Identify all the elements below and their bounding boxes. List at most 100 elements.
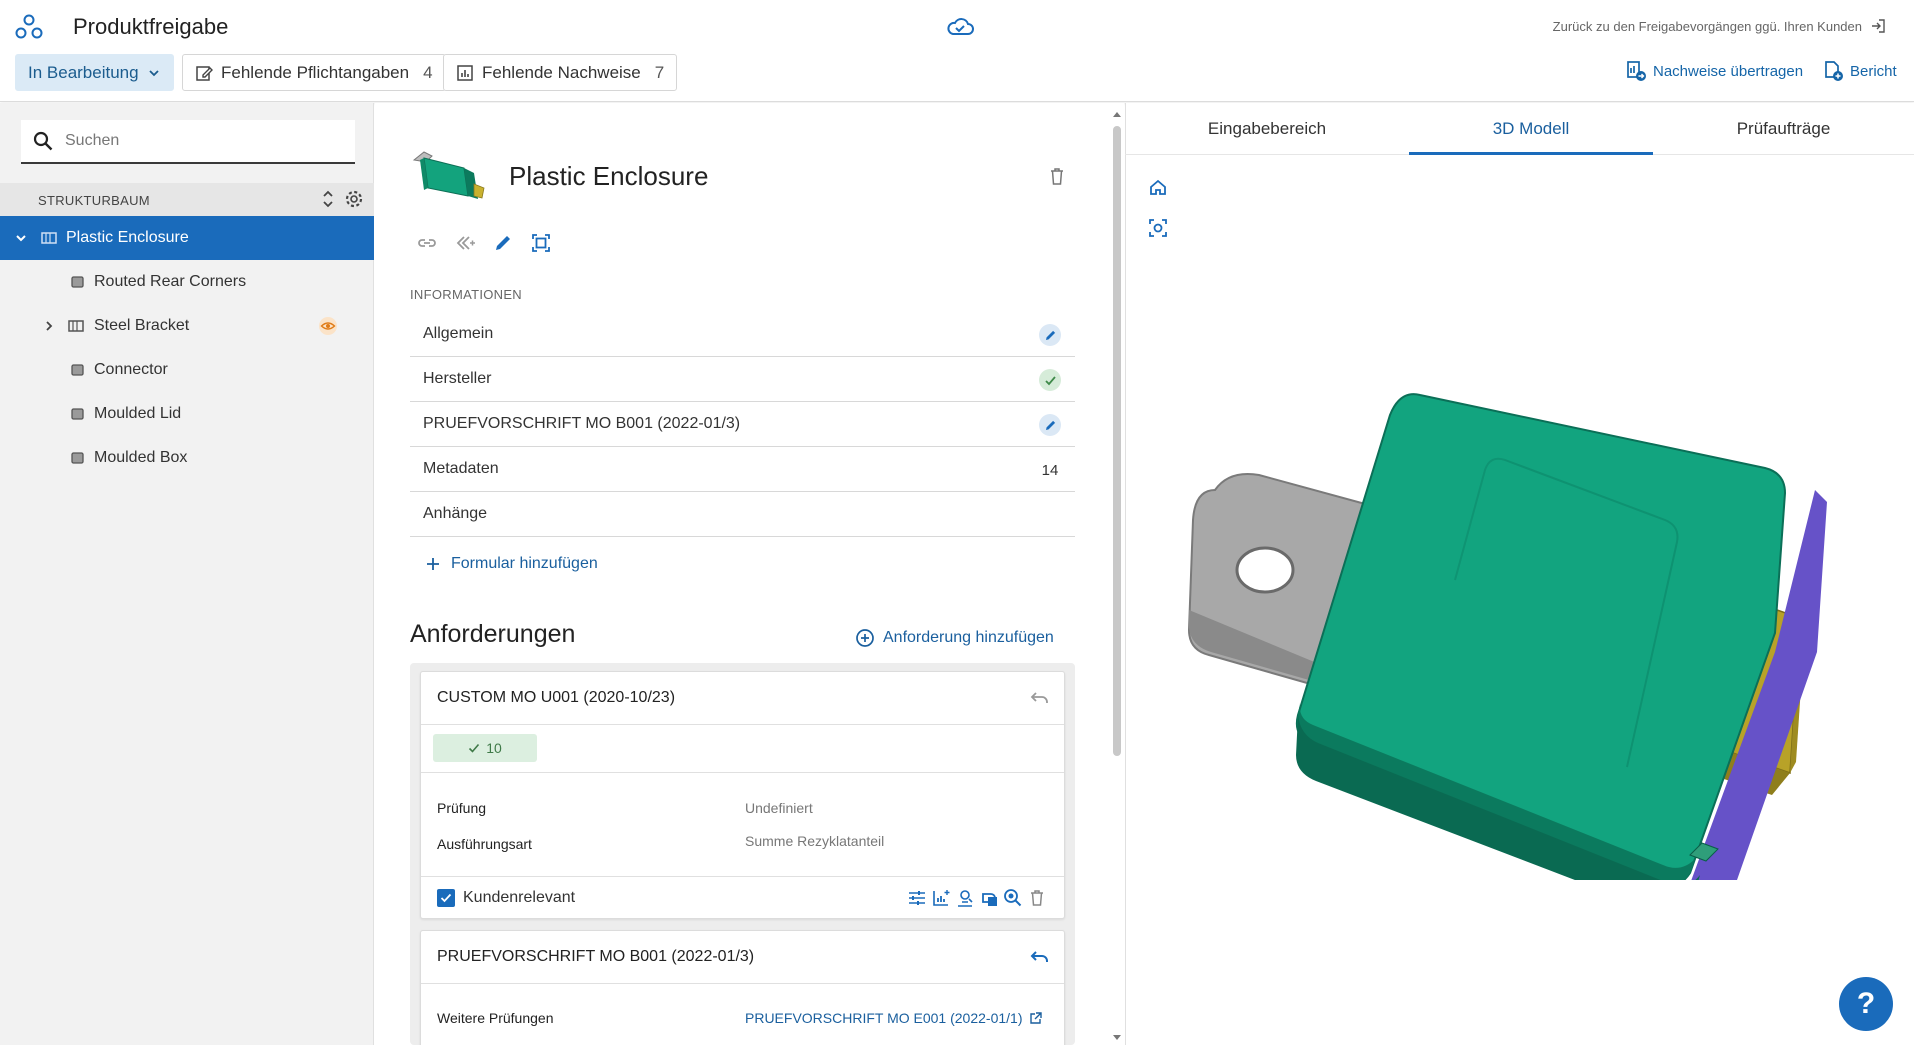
home-icon[interactable] (1147, 176, 1169, 198)
info-row-label: Allgemein (423, 325, 494, 342)
edit-badge[interactable] (1039, 414, 1061, 436)
missing-required-label: Fehlende Pflichtangaben (221, 62, 410, 82)
part-toolbar (416, 232, 552, 254)
tree-item-label: Connector (94, 361, 168, 378)
kv-value: Undefiniert (745, 800, 813, 816)
missing-evidence-count: 7 (654, 62, 665, 82)
report-button[interactable]: Bericht (1822, 60, 1897, 82)
help-button[interactable]: ? (1839, 977, 1893, 1031)
undo-icon[interactable] (1030, 948, 1050, 966)
back-to-approvals-link[interactable]: Zurück zu den Freigabevorgängen ggü. Ihr… (1553, 18, 1886, 34)
inspect-icon[interactable] (1003, 888, 1023, 908)
trash-icon[interactable] (1027, 888, 1047, 908)
further-test-link[interactable]: PRUEFVORSCHRIFT MO E001 (2022-01/1) (745, 1010, 1042, 1026)
requirement-title: PRUEFVORSCHRIFT MO B001 (2022-01/3) (437, 948, 755, 965)
active-tab-indicator (1409, 152, 1653, 155)
tune-icon[interactable] (907, 888, 927, 908)
tree-item-steel-bracket[interactable]: Steel Bracket (0, 304, 374, 348)
requirement-card-header[interactable]: CUSTOM MO U001 (2020-10/23) (421, 672, 1064, 725)
info-section-label: INFORMATIONEN (410, 287, 522, 302)
undo-icon[interactable] (1030, 689, 1050, 707)
external-link-icon (1029, 1011, 1042, 1024)
info-row-manufacturer[interactable]: Hersteller (410, 357, 1075, 402)
tree-item-moulded-box[interactable]: Moulded Box (0, 436, 374, 480)
tab-input-area[interactable]: Eingabebereich (1125, 103, 1409, 155)
search-field[interactable] (21, 120, 355, 164)
pencil-icon (1045, 420, 1055, 430)
info-row-label: Hersteller (423, 370, 492, 387)
scroll-up-arrow[interactable] (1112, 110, 1122, 118)
part-icon (71, 276, 84, 288)
eye-icon[interactable] (318, 316, 338, 336)
edit-note-icon (196, 65, 213, 81)
fit-screen-icon[interactable] (530, 232, 552, 254)
scroll-down-arrow[interactable] (1112, 1034, 1122, 1042)
status-label: In Bearbeitung (28, 62, 139, 82)
part-icon (71, 364, 84, 376)
chart-add-icon[interactable] (931, 888, 951, 908)
requirement-card: PRUEFVORSCHRIFT MO B001 (2022-01/3) Weit… (420, 930, 1065, 1045)
tree-item-plastic-enclosure[interactable]: Plastic Enclosure (0, 216, 374, 260)
edit-badge[interactable] (1039, 324, 1061, 346)
transfer-doc-icon (1627, 61, 1646, 81)
assembly-icon (41, 232, 57, 244)
info-row-test-spec[interactable]: PRUEFVORSCHRIFT MO B001 (2022-01/3) (410, 402, 1075, 447)
scrollbar-thumb[interactable] (1113, 126, 1121, 756)
tab-3d-model[interactable]: 3D Modell (1409, 103, 1653, 155)
report-add-icon (1825, 61, 1843, 81)
pencil-icon[interactable] (492, 232, 514, 254)
info-row-label: PRUEFVORSCHRIFT MO B001 (2022-01/3) (423, 415, 741, 432)
plus-icon (427, 558, 439, 570)
kv-value: Summe Rezyklatanteil (745, 833, 885, 849)
info-row-metadata[interactable]: Metadaten 14 (410, 447, 1075, 492)
chevron-right-icon[interactable] (42, 319, 56, 333)
test-add-icon[interactable] (955, 888, 975, 908)
part-thumbnail (412, 151, 485, 199)
chevron-down-icon[interactable] (14, 231, 28, 245)
transfer-evidence-button[interactable]: Nachweise übertragen (1625, 60, 1803, 82)
info-row-attachments[interactable]: Anhänge (410, 492, 1075, 537)
status-dropdown[interactable]: In Bearbeitung (15, 54, 174, 91)
part-title: Plastic Enclosure (509, 161, 709, 191)
missing-required-button[interactable]: Fehlende Pflichtangaben 4 (182, 54, 446, 91)
tree-item-label: Moulded Lid (94, 405, 182, 422)
requirement-card-header[interactable]: PRUEFVORSCHRIFT MO B001 (2022-01/3) (421, 931, 1064, 984)
tree-item-moulded-lid[interactable]: Moulded Lid (0, 392, 374, 436)
tree-item-label: Moulded Box (94, 449, 188, 466)
assign-icon[interactable] (979, 888, 999, 908)
add-form-label: Formular hinzufügen (451, 555, 598, 572)
info-row-general[interactable]: Allgemein (410, 312, 1075, 357)
focus-selection-icon[interactable] (1147, 217, 1169, 239)
add-requirement-button[interactable]: Anforderung hinzufügen (855, 628, 1054, 648)
expand-collapse-icon[interactable] (318, 189, 338, 209)
plus-circle-icon (856, 629, 874, 647)
app-header: Produktfreigabe Zurück zu den Freigabevo… (0, 0, 1914, 102)
pencil-icon (1045, 330, 1055, 340)
link-icon[interactable] (416, 232, 438, 254)
check-icon (469, 743, 480, 753)
trash-icon[interactable] (1048, 166, 1066, 186)
3d-model-view[interactable] (1175, 360, 1875, 880)
customer-relevant-checkbox[interactable]: Kundenrelevant (437, 889, 575, 907)
search-input[interactable] (65, 132, 335, 150)
requirement-title: CUSTOM MO U001 (2020-10/23) (437, 689, 676, 706)
gear-icon[interactable] (344, 189, 364, 209)
missing-evidence-button[interactable]: Fehlende Nachweise 7 (443, 54, 678, 91)
missing-evidence-label: Fehlende Nachweise (482, 62, 641, 82)
cloud-sync-icon[interactable] (945, 14, 975, 38)
tab-test-orders[interactable]: Prüfaufträge (1653, 103, 1914, 155)
structure-tree-header: STRUKTURBAUM (0, 183, 374, 217)
checkbox-checked[interactable] (437, 889, 455, 907)
app-logo-icon[interactable] (14, 12, 44, 42)
tree-title: STRUKTURBAUM (38, 192, 150, 208)
exit-icon (1872, 19, 1885, 33)
part-icon (71, 408, 84, 420)
tree-item-routed-rear-corners[interactable]: Routed Rear Corners (0, 260, 374, 304)
tree-item-connector[interactable]: Connector (0, 348, 374, 392)
kv-link-label: PRUEFVORSCHRIFT MO E001 (2022-01/1) (745, 1010, 1023, 1026)
add-form-button[interactable]: Formular hinzufügen (425, 555, 598, 573)
share-tree-icon[interactable] (454, 232, 476, 254)
metadata-count: 14 (1041, 461, 1059, 479)
info-row-label: Metadaten (423, 460, 499, 477)
requirement-tools (907, 888, 1047, 908)
